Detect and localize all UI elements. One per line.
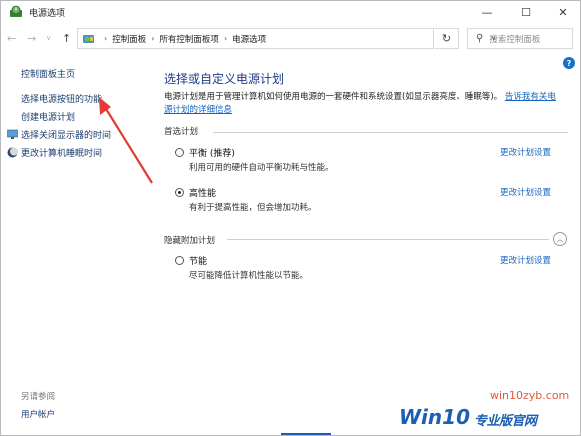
sidebar-item-home[interactable]: 控制面板主页	[21, 67, 75, 80]
watermark-subtitle: 专业版官网	[474, 414, 537, 429]
plan-balanced-desc: 利用可用的硬件自动平衡功耗与性能。	[189, 163, 334, 173]
preferred-plans-label: 首选计划	[164, 127, 199, 137]
search-input[interactable]: ⚲ 搜索控制面板	[467, 28, 573, 49]
breadcrumb-separator: ›	[151, 34, 155, 43]
refresh-icon: ↻	[441, 32, 452, 45]
plan-high-performance-desc: 有利于提高性能，但会增加功耗。	[189, 203, 317, 213]
window-title: 电源选项	[29, 9, 66, 19]
plan-high-performance-name[interactable]: 高性能	[189, 186, 216, 199]
plan-high-performance-settings-link[interactable]: 更改计划设置	[500, 186, 551, 198]
close-button[interactable]: ✕	[543, 1, 580, 23]
see-also-label: 另请参阅	[21, 392, 56, 402]
sidebar-item-display-off[interactable]: 选择关闭显示器的时间	[21, 128, 111, 141]
address-bar[interactable]: › 控制面板 › 所有控制面板项 › 电源选项 ∨	[77, 28, 496, 49]
plan-balanced-settings-link[interactable]: 更改计划设置	[500, 146, 551, 158]
section-divider	[227, 239, 549, 240]
search-icon: ⚲	[476, 33, 484, 44]
sidebar-item-power-button[interactable]: 选择电源按钮的功能	[21, 92, 102, 105]
section-divider	[213, 132, 568, 133]
up-arrow-icon[interactable]: ↑	[62, 32, 71, 45]
plan-high-performance-radio[interactable]	[175, 188, 184, 197]
display-icon	[7, 129, 18, 139]
breadcrumb-control-panel[interactable]: 控制面板	[112, 33, 146, 45]
breadcrumb-separator: ›	[104, 34, 108, 43]
sidebar-item-create-plan[interactable]: 创建电源计划	[21, 110, 75, 123]
minimize-button[interactable]: —	[467, 1, 507, 23]
plan-power-saver-settings-link[interactable]: 更改计划设置	[500, 254, 551, 266]
back-arrow-icon[interactable]: ←	[7, 32, 16, 45]
plan-balanced-radio[interactable]	[175, 148, 184, 157]
plan-power-saver-name[interactable]: 节能	[189, 254, 207, 267]
power-options-icon	[10, 5, 22, 17]
title-bar: 电源选项 — ☐ ✕	[1, 1, 580, 23]
description-text: 电源计划是用于管理计算机如何使用电源的一套硬件和系统设置(如显示器亮度、睡眠等)…	[164, 92, 503, 102]
plan-power-saver-radio[interactable]	[175, 256, 184, 265]
sidebar: 控制面板主页 选择电源按钮的功能 创建电源计划 选择关闭显示器的时间 更改计算机…	[1, 57, 151, 435]
breadcrumb-separator: ›	[223, 34, 228, 43]
recent-locations-chevron-icon[interactable]: ∨	[46, 34, 51, 42]
plan-balanced-name[interactable]: 平衡 (推荐)	[189, 146, 235, 159]
page-title: 选择或自定义电源计划	[164, 72, 285, 86]
plan-power-saver-desc: 尽可能降低计算机性能以节能。	[189, 271, 309, 281]
sidebar-item-sleep-time[interactable]: 更改计算机睡眠时间	[21, 146, 102, 159]
maximize-button[interactable]: ☐	[506, 1, 546, 23]
navigation-bar: ← → ∨ ↑ › 控制面板 › 所有控制面板项 › 电源选项 ∨ ↻ ⚲ 搜索…	[1, 25, 580, 53]
refresh-button[interactable]: ↻	[435, 28, 459, 49]
breadcrumb-all-items[interactable]: 所有控制面板项	[159, 33, 219, 45]
user-accounts-link[interactable]: 用户帐户	[21, 408, 55, 420]
main-content: 选择或自定义电源计划 电源计划是用于管理计算机如何使用电源的一套硬件和系统设置(…	[151, 57, 580, 435]
breadcrumb-power-options[interactable]: 电源选项	[232, 33, 266, 45]
search-placeholder: 搜索控制面板	[489, 34, 541, 45]
control-panel-icon	[83, 35, 94, 43]
forward-arrow-icon[interactable]: →	[27, 32, 36, 45]
watermark-url: win10zyb.com	[490, 389, 570, 402]
moon-sleep-icon	[7, 147, 18, 158]
hidden-plans-label[interactable]: 隐藏附加计划	[164, 234, 215, 246]
collapse-chevron-icon[interactable]: ︿	[553, 232, 567, 246]
control-panel-window: 电源选项 — ☐ ✕ ← → ∨ ↑ › 控制面板 › 所有控制面板项 › 电源…	[0, 0, 581, 436]
page-description: 电源计划是用于管理计算机如何使用电源的一套硬件和系统设置(如显示器亮度、睡眠等)…	[164, 91, 564, 117]
watermark-logo: Win10	[399, 405, 470, 429]
